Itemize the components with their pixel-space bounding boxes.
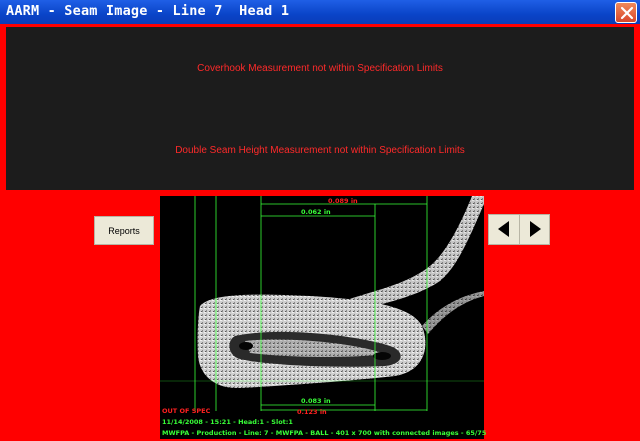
measurement-bottom-inner: 0.083 in [301, 397, 331, 405]
triangle-left-icon [498, 221, 509, 237]
triangle-right-icon [530, 221, 541, 237]
seam-height-message: Double Seam Height Measurement not withi… [175, 145, 465, 156]
close-button[interactable] [615, 2, 637, 23]
measurement-bottom-outer: 0.123 in [297, 408, 327, 416]
next-image-button[interactable] [520, 215, 550, 244]
reports-button[interactable]: Reports [94, 216, 154, 245]
status-label: OUT OF SPEC [162, 407, 211, 415]
window-title: AARM - Seam Image - Line 7 Head 1 [6, 3, 290, 19]
seam-cross-section-image: 0.089 in 0.062 in 0.083 in 0.123 in OUT … [160, 196, 487, 439]
previous-image-button[interactable] [489, 215, 520, 244]
timestamp-label: 11/14/2008 - 15:21 - Head:1 - Slot:1 [162, 418, 293, 426]
seam-image-window: AARM - Seam Image - Line 7 Head 1 Coverh… [0, 0, 640, 441]
coverhook-message: Coverhook Measurement not within Specifi… [197, 63, 443, 74]
title-bar: AARM - Seam Image - Line 7 Head 1 [0, 0, 640, 24]
measurement-top-inner: 0.062 in [301, 208, 331, 216]
close-icon [620, 6, 634, 20]
info-label: MWFPA - Production - Line: 7 - MWFPA - B… [162, 429, 487, 437]
measurement-top-outer: 0.089 in [328, 197, 358, 205]
message-panel: Coverhook Measurement not within Specifi… [6, 27, 634, 190]
image-navigation [488, 214, 550, 245]
